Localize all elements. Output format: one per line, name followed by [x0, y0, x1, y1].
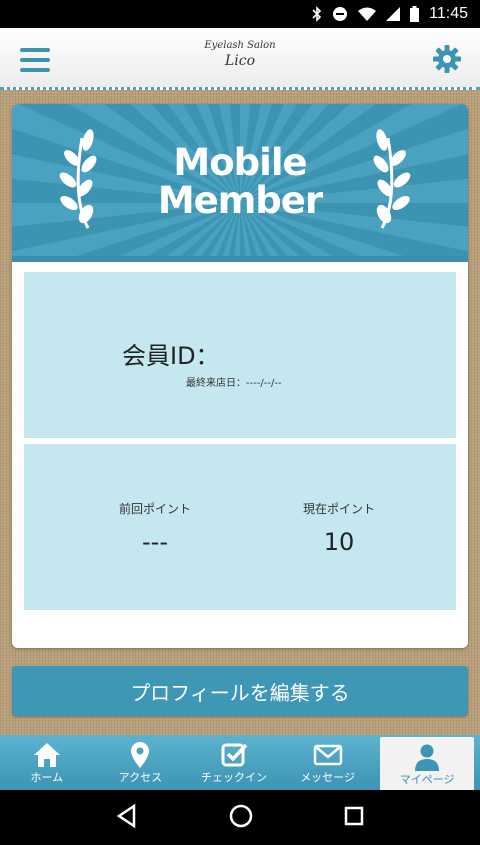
- tab-home[interactable]: ホーム: [0, 735, 94, 790]
- laurel-right-icon: [373, 129, 411, 229]
- recents-icon[interactable]: [344, 806, 364, 830]
- tab-home-label: ホーム: [30, 771, 64, 784]
- current-points-value: 10: [323, 528, 355, 556]
- bluetooth-icon: [312, 6, 322, 22]
- user-icon: [415, 744, 440, 771]
- map-pin-icon: [131, 742, 150, 768]
- tab-mypage-label: マイページ: [399, 773, 455, 786]
- previous-points-label: 前回ポイント: [118, 502, 191, 516]
- points-panel: 前回ポイント --- 現在ポイント 10: [24, 444, 456, 610]
- wifi-icon: [358, 7, 377, 21]
- home-circle-icon[interactable]: [229, 804, 253, 832]
- gear-icon[interactable]: [432, 44, 462, 74]
- back-icon[interactable]: [116, 803, 138, 832]
- signal-icon: [386, 7, 401, 21]
- brand-logo: Eyelash Salon Lico: [0, 40, 480, 70]
- envelope-icon: [313, 744, 342, 766]
- app-header: Eyelash Salon Lico: [0, 28, 480, 90]
- do-not-disturb-icon: [333, 7, 348, 21]
- member-card: Mobile Member 会員ID： 最終来店日：----/--/-- 前回ポ…: [12, 104, 468, 648]
- member-id-label: 会員ID：: [122, 342, 220, 370]
- system-nav-bar: [0, 790, 480, 845]
- status-bar: 11:45: [0, 0, 480, 28]
- brand-name: Lico: [224, 53, 256, 69]
- bottom-tab-bar: ホーム アクセス チェックイン メッセージ マイページ: [0, 735, 480, 790]
- home-icon: [33, 743, 60, 767]
- checkin-icon: [221, 743, 248, 767]
- battery-icon: [410, 6, 420, 22]
- tab-access[interactable]: アクセス: [94, 735, 188, 790]
- previous-points-value: ---: [142, 528, 168, 556]
- last-visit-date: 最終来店日：----/--/--: [186, 378, 282, 389]
- tab-checkin-label: チェックイン: [200, 771, 267, 784]
- tab-checkin[interactable]: チェックイン: [187, 735, 281, 790]
- status-time: 11:45: [429, 5, 468, 22]
- mobile-member-banner: Mobile Member: [12, 104, 468, 262]
- tab-message[interactable]: メッセージ: [281, 735, 375, 790]
- member-id-panel: 会員ID： 最終来店日：----/--/--: [24, 272, 456, 438]
- brand-subtitle: Eyelash Salon: [204, 40, 276, 51]
- tab-message-label: メッセージ: [300, 771, 355, 784]
- tab-access-label: アクセス: [118, 771, 163, 784]
- current-points-label: 現在ポイント: [302, 502, 375, 516]
- edit-profile-button[interactable]: プロフィールを編集する: [12, 666, 468, 716]
- tab-mypage[interactable]: マイページ: [380, 737, 474, 790]
